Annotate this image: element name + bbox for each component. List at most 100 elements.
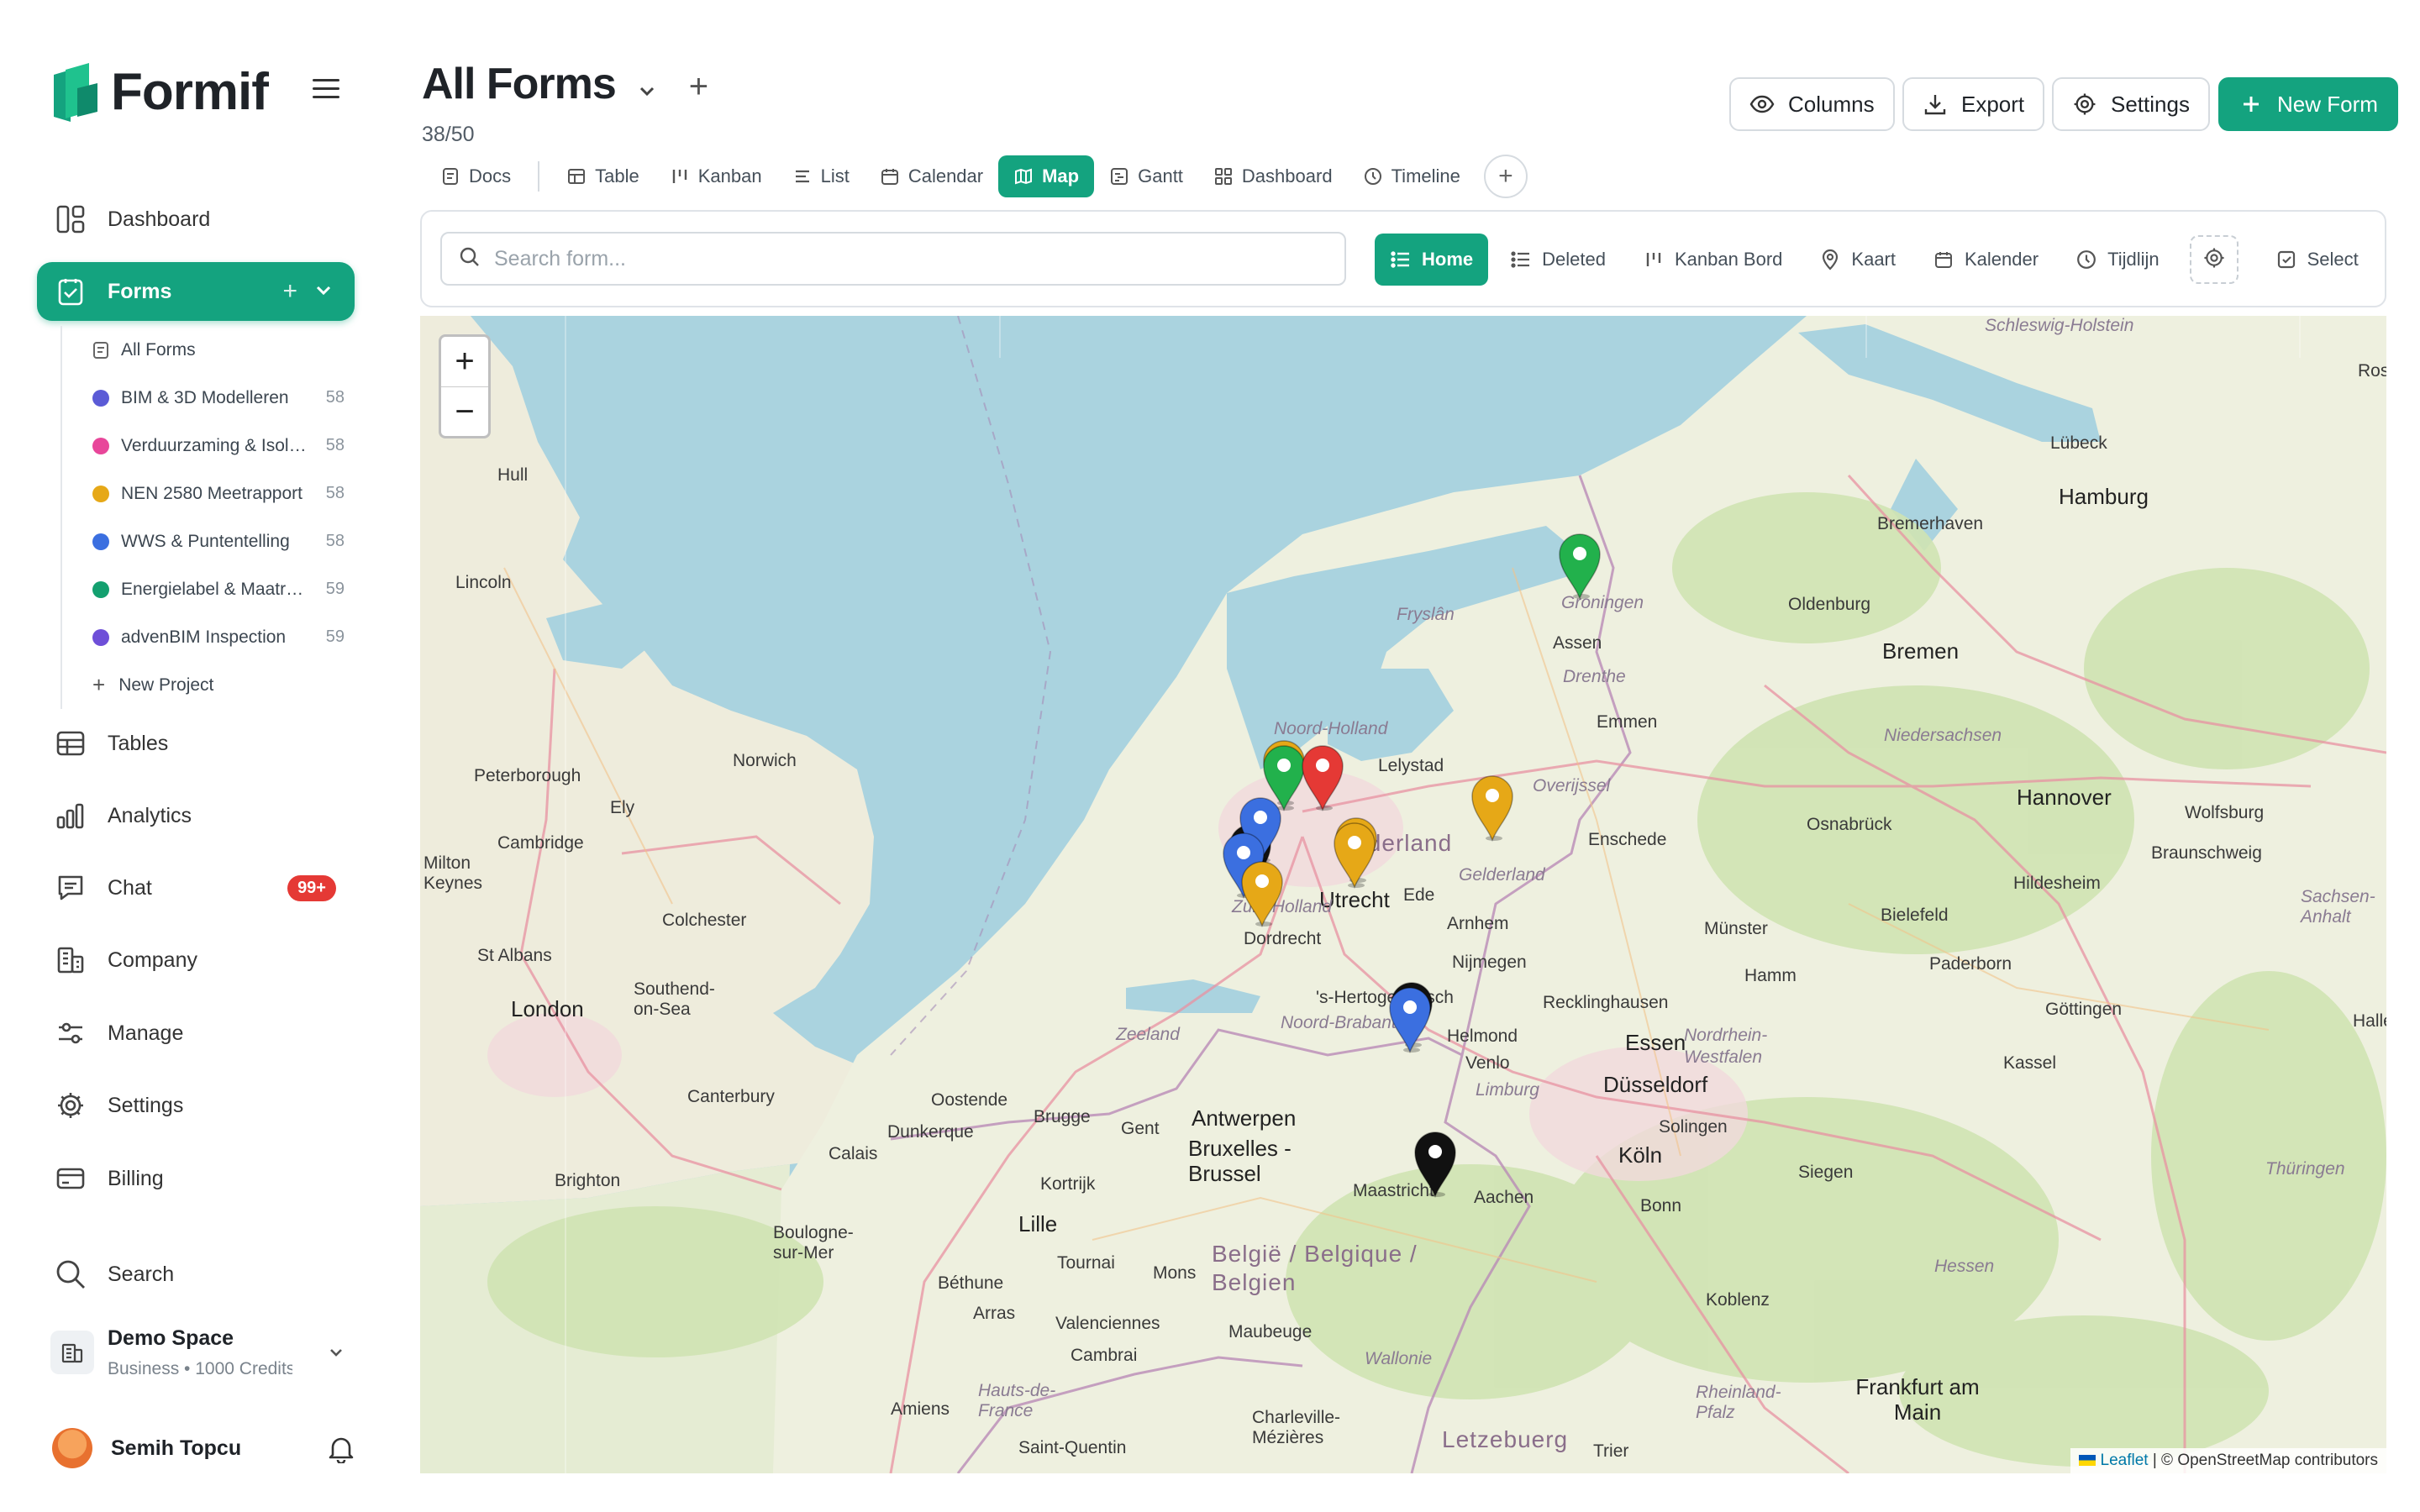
export-button[interactable]: Export	[1902, 77, 2045, 131]
sub-item-project[interactable]: Verduurzaming & Isolatie 58	[62, 422, 355, 470]
nav-forms[interactable]: Forms +	[37, 262, 355, 321]
sub-item-new-project[interactable]: + New Project	[62, 661, 355, 709]
sub-item-project[interactable]: BIM & 3D Modelleren 58	[62, 374, 355, 422]
tab-kanban[interactable]: Kanban	[655, 155, 777, 197]
map-marker-red[interactable]	[1299, 741, 1346, 812]
map-label: Brighton	[555, 1171, 621, 1190]
nav-chat[interactable]: Chat 99+	[37, 858, 355, 917]
nav-label: Chat	[108, 875, 152, 900]
plus-icon	[2238, 92, 2264, 117]
search-input[interactable]	[494, 246, 1250, 271]
nav-company[interactable]: Company	[37, 931, 355, 990]
sub-item-count: 59	[325, 627, 345, 646]
map-label: Lincoln	[455, 573, 512, 592]
nav-manage[interactable]: Manage	[37, 1004, 355, 1063]
chevron-down-icon[interactable]	[637, 61, 657, 112]
tab-label: Dashboard	[1241, 165, 1333, 186]
eye-icon	[1749, 92, 1775, 117]
page-title[interactable]: All Forms +	[422, 59, 708, 112]
map-marker-yellow[interactable]	[1239, 857, 1286, 928]
sub-item-project[interactable]: Energielabel & Maatregelen 59	[62, 565, 355, 613]
nav-analytics[interactable]: Analytics	[37, 786, 355, 845]
map-marker-black[interactable]	[1412, 1127, 1459, 1199]
map-label: Enschede	[1588, 830, 1667, 849]
tab-list[interactable]: List	[777, 155, 865, 197]
sub-item-all-forms[interactable]: All Forms	[62, 326, 355, 374]
app-logo[interactable]: Formif	[52, 62, 269, 122]
sub-item-project[interactable]: NEN 2580 Meetrapport 58	[62, 470, 355, 517]
map-label: Southend-on-Sea	[634, 979, 715, 1019]
nav-tables[interactable]: Tables	[37, 714, 355, 773]
tab-label: List	[820, 165, 850, 186]
filter-settings-button[interactable]	[2189, 235, 2238, 284]
add-form-icon[interactable]: +	[282, 277, 297, 306]
tab-label: Timeline	[1391, 165, 1460, 186]
add-icon[interactable]: +	[689, 68, 708, 105]
map-label: Venlo	[1465, 1053, 1510, 1073]
columns-button[interactable]: Columns	[1729, 77, 1895, 131]
map-label: Emmen	[1597, 712, 1658, 732]
workspace-plan: Business • 1000 Credits	[108, 1358, 292, 1378]
tab-calendar[interactable]: Calendar	[865, 155, 998, 197]
tab-timeline[interactable]: Timeline	[1348, 155, 1476, 197]
map-marker-blue[interactable]	[1386, 983, 1434, 1054]
map-label: Schleswig-Holstein	[1985, 316, 2134, 335]
divider	[538, 161, 540, 192]
user-profile[interactable]: Semih Topcu	[52, 1425, 355, 1472]
filter-tabs: Home Deleted Kanban Bord Kaart Kalender …	[1375, 234, 2381, 286]
nav-dashboard[interactable]: Dashboard	[37, 190, 355, 249]
nav-search[interactable]: Search	[37, 1245, 355, 1304]
bell-icon[interactable]	[328, 1435, 355, 1467]
filter-kalender[interactable]: Kalender	[1918, 234, 2054, 286]
search-box[interactable]	[440, 232, 1346, 286]
building-icon	[50, 1331, 94, 1374]
filter-kanban-bord[interactable]: Kanban Bord	[1628, 234, 1797, 286]
nav-label: Billing	[108, 1166, 164, 1190]
add-view-button[interactable]: +	[1483, 155, 1528, 198]
map-marker-yellow[interactable]	[1469, 771, 1516, 843]
nav-settings[interactable]: Settings	[37, 1076, 355, 1135]
map-label: Aachen	[1474, 1188, 1534, 1207]
map-view[interactable]: Schleswig-Holstein Lübeck Hamburg Bremer…	[420, 316, 2386, 1473]
filter-kaart[interactable]: Kaart	[1804, 234, 1911, 286]
avatar	[52, 1428, 92, 1468]
nav-label: Settings	[108, 1093, 184, 1117]
chevron-down-icon[interactable]	[328, 1344, 345, 1365]
map-label: Hessen	[1934, 1257, 1995, 1276]
nav-billing[interactable]: Billing	[37, 1149, 355, 1208]
zoom-in-button[interactable]: +	[441, 337, 488, 386]
plus-icon: +	[1498, 162, 1513, 190]
settings-button[interactable]: Settings	[2052, 77, 2210, 131]
list-icon	[1510, 249, 1532, 270]
map-label: Lübeck	[2050, 433, 2107, 453]
select-button[interactable]: Select	[2260, 234, 2374, 286]
map-marker-yellow[interactable]	[1331, 818, 1378, 890]
workspace-switcher[interactable]: Demo Space Business • 1000 Credits	[50, 1319, 353, 1386]
tab-table[interactable]: Table	[551, 155, 655, 197]
filter-deleted[interactable]: Deleted	[1495, 234, 1621, 286]
map-label: Lille	[1018, 1211, 1058, 1236]
tab-gantt[interactable]: Gantt	[1094, 155, 1198, 197]
leaflet-link[interactable]: Leaflet	[2101, 1452, 2149, 1469]
tab-docs[interactable]: Docs	[425, 155, 526, 197]
document-icon	[92, 341, 109, 360]
new-form-button[interactable]: New Form	[2218, 77, 2398, 131]
download-icon	[1923, 92, 1948, 117]
chevron-down-icon[interactable]	[314, 281, 333, 303]
filter-home[interactable]: Home	[1375, 234, 1489, 286]
sub-item-project[interactable]: WWS & Puntentelling 58	[62, 517, 355, 565]
map-marker-green[interactable]	[1556, 529, 1603, 601]
zoom-out-button[interactable]: −	[441, 386, 488, 436]
nav-label: Analytics	[108, 803, 192, 827]
sub-item-count: 58	[325, 436, 345, 454]
tab-map[interactable]: Map	[998, 155, 1095, 197]
menu-icon[interactable]	[313, 79, 339, 99]
tab-label: Gantt	[1138, 165, 1183, 186]
sub-item-project[interactable]: advenBIM Inspection 59	[62, 613, 355, 661]
location-pin-icon	[1819, 249, 1841, 270]
columns-label: Columns	[1788, 91, 1875, 117]
filter-tijdlijn[interactable]: Tijdlijn	[2060, 234, 2175, 286]
map-label: Drenthe	[1563, 667, 1626, 686]
export-label: Export	[1961, 91, 2025, 117]
tab-dashboard[interactable]: Dashboard	[1198, 155, 1348, 197]
